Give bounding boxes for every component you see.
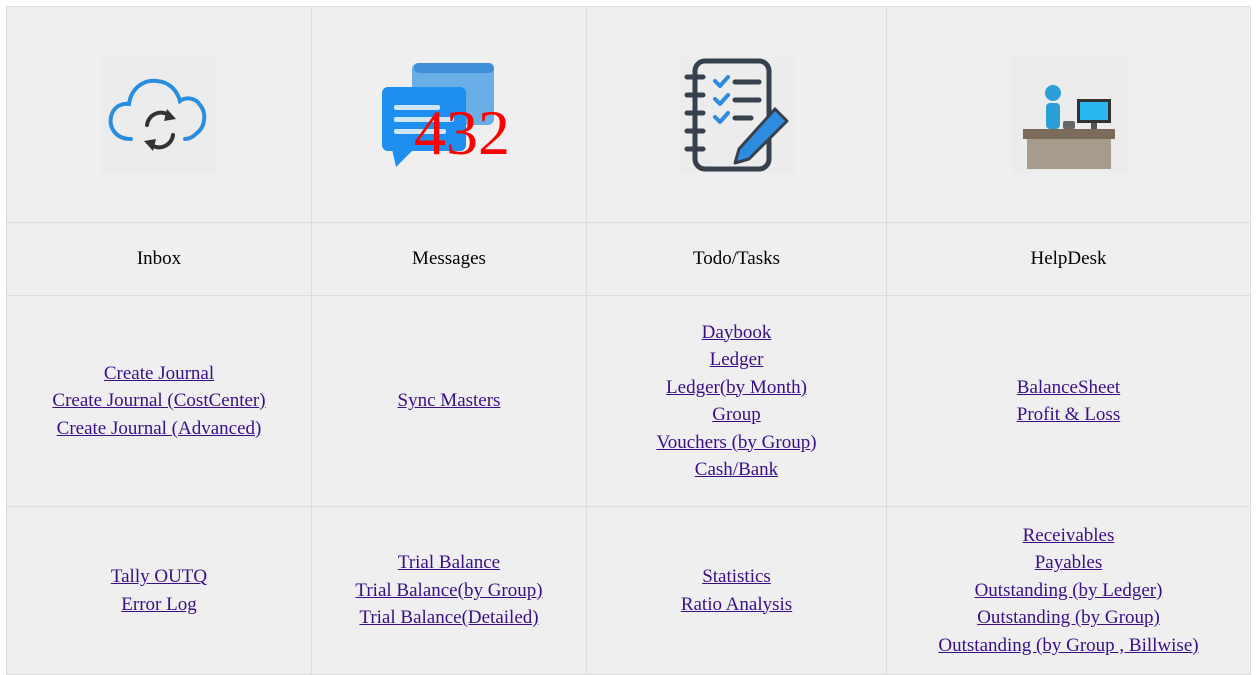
trial-balance-link[interactable]: Trial Balance [313, 549, 585, 577]
outstanding-links-cell: Receivables Payables Outstanding (by Led… [886, 506, 1251, 675]
ledger-by-month-link[interactable]: Ledger(by Month) [588, 374, 885, 402]
vouchers-by-group-link[interactable]: Vouchers (by Group) [588, 429, 885, 457]
title-row: Inbox Messages Todo/Tasks HelpDesk [6, 222, 1251, 296]
outstanding-by-group-link[interactable]: Outstanding (by Group) [888, 604, 1249, 632]
messages-icon-cell[interactable]: 432 [311, 6, 587, 223]
trial-balance-detailed-link[interactable]: Trial Balance(Detailed) [313, 604, 585, 632]
checklist-notebook-icon[interactable] [678, 56, 795, 173]
trial-balance-by-group-link[interactable]: Trial Balance(by Group) [313, 577, 585, 605]
statistics-link[interactable]: Statistics [588, 563, 885, 591]
ledger-link[interactable]: Ledger [588, 346, 885, 374]
cash-bank-link[interactable]: Cash/Bank [588, 456, 885, 484]
outstanding-by-ledger-link[interactable]: Outstanding (by Ledger) [888, 577, 1249, 605]
daybook-link[interactable]: Daybook [588, 319, 885, 347]
receivables-link[interactable]: Receivables [888, 522, 1249, 550]
todo-icon-cell[interactable] [586, 6, 887, 223]
links-row-2: Tally OUTQ Error Log Trial Balance Trial… [6, 506, 1251, 675]
icon-row: 432 [6, 6, 1251, 223]
create-journal-link[interactable]: Create Journal [8, 360, 310, 388]
create-journal-advanced-link[interactable]: Create Journal (Advanced) [8, 415, 310, 443]
tile-title-inbox[interactable]: Inbox [6, 222, 312, 296]
helpdesk-icon-cell[interactable] [886, 6, 1251, 223]
messages-label[interactable]: Messages [412, 248, 486, 269]
cloud-sync-icon[interactable] [101, 56, 217, 173]
error-log-link[interactable]: Error Log [8, 591, 310, 619]
outstanding-by-group-billwise-link[interactable]: Outstanding (by Group , Billwise) [888, 632, 1249, 660]
profit-loss-link[interactable]: Profit & Loss [888, 401, 1249, 429]
message-count-badge: 432 [414, 96, 510, 168]
log-links-cell: Tally OUTQ Error Log [6, 506, 312, 675]
balance-sheet-link[interactable]: BalanceSheet [888, 374, 1249, 402]
todo-tasks-label[interactable]: Todo/Tasks [693, 248, 780, 269]
tile-title-messages[interactable]: Messages [311, 222, 587, 296]
tile-title-todo[interactable]: Todo/Tasks [586, 222, 887, 296]
dashboard-table: 432 Inbox Messages Todo/Tasks HelpDesk C… [6, 6, 1251, 675]
inbox-label[interactable]: Inbox [137, 248, 181, 269]
chat-bubbles-icon[interactable]: 432 [374, 57, 524, 173]
helpdesk-label[interactable]: HelpDesk [1031, 248, 1107, 269]
group-link[interactable]: Group [588, 401, 885, 429]
sync-links-cell: Sync Masters [311, 295, 587, 507]
sync-masters-link[interactable]: Sync Masters [313, 387, 585, 415]
helpdesk-desk-icon[interactable] [1010, 56, 1127, 173]
tally-outq-link[interactable]: Tally OUTQ [8, 563, 310, 591]
create-journal-costcenter-link[interactable]: Create Journal (CostCenter) [8, 387, 310, 415]
links-row-1: Create Journal Create Journal (CostCente… [6, 295, 1251, 507]
inbox-icon-cell[interactable] [6, 6, 312, 223]
analysis-links-cell: Statistics Ratio Analysis [586, 506, 887, 675]
tile-title-helpdesk[interactable]: HelpDesk [886, 222, 1251, 296]
ratio-analysis-link[interactable]: Ratio Analysis [588, 591, 885, 619]
journal-links-cell: Create Journal Create Journal (CostCente… [6, 295, 312, 507]
report-links-cell: Daybook Ledger Ledger(by Month) Group Vo… [586, 295, 887, 507]
trial-balance-links-cell: Trial Balance Trial Balance(by Group) Tr… [311, 506, 587, 675]
financial-links-cell: BalanceSheet Profit & Loss [886, 295, 1251, 507]
payables-link[interactable]: Payables [888, 549, 1249, 577]
